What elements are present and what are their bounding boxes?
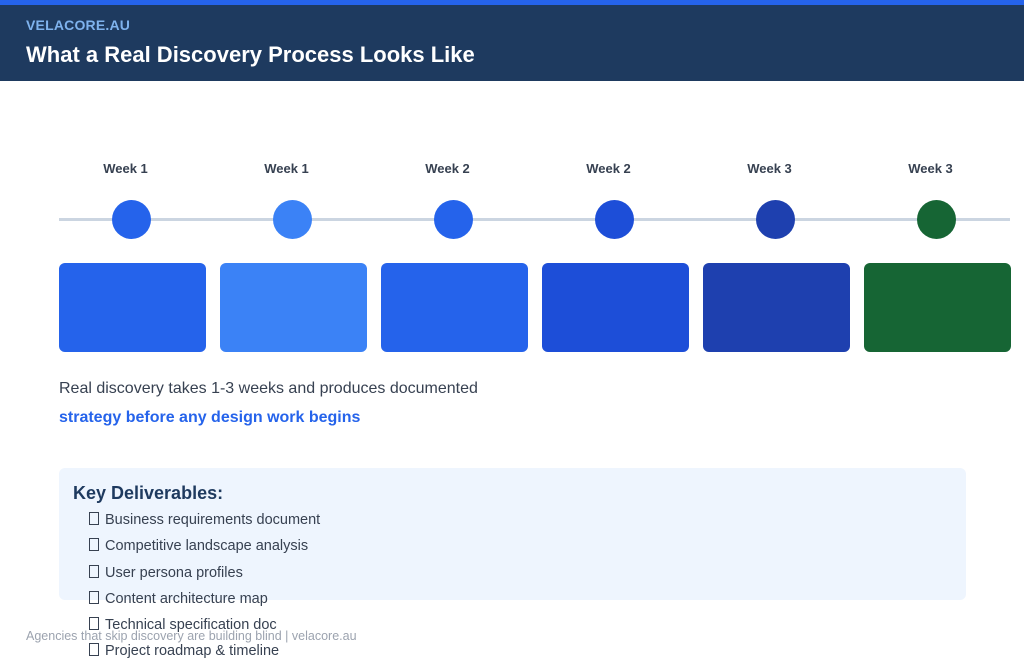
list-item: Project roadmap & timeline	[89, 641, 320, 667]
week-label: Week 2	[586, 161, 631, 176]
timeline-node	[595, 200, 634, 239]
week-label: Week 3	[747, 161, 792, 176]
deliverables-title: Key Deliverables:	[73, 483, 224, 503]
footer-text: Agencies that skip discovery are buildin…	[26, 629, 357, 643]
checkbox-icon	[89, 564, 99, 578]
week-label: Week 1	[264, 161, 309, 176]
timeline-line	[59, 218, 1010, 221]
list-item: Competitive landscape analysis	[89, 536, 320, 562]
deliverable-label: Competitive landscape analysis	[105, 538, 309, 555]
deliverable-label: Content architecture map	[105, 590, 268, 607]
timeline-node	[273, 200, 312, 239]
checkbox-icon	[89, 590, 99, 604]
week-label: Week 1	[103, 161, 148, 176]
step-card	[542, 263, 689, 352]
list-item: User persona profiles	[89, 563, 320, 589]
week-label: Week 2	[425, 161, 470, 176]
list-item: Content architecture map	[89, 589, 320, 615]
step-card	[59, 263, 206, 352]
page-header: VELACORE.AU What a Real Discovery Proces…	[0, 5, 1024, 81]
timeline-node	[112, 200, 151, 239]
step-card	[381, 263, 528, 352]
page-title: What a Real Discovery Process Looks Like	[26, 42, 475, 67]
deliverable-label: User persona profiles	[105, 564, 243, 581]
checkbox-icon	[89, 538, 99, 552]
step-card	[864, 263, 1011, 352]
step-card	[703, 263, 850, 352]
deliverables-list: Business requirements document Competiti…	[89, 510, 320, 668]
list-item: Business requirements document	[89, 510, 320, 536]
checkbox-icon	[89, 643, 99, 657]
timeline-node	[756, 200, 795, 239]
week-label: Week 3	[908, 161, 953, 176]
timeline-node	[434, 200, 473, 239]
summary-highlight: strategy before any design work begins	[59, 409, 361, 426]
deliverable-label: Project roadmap & timeline	[105, 643, 280, 660]
step-card	[220, 263, 367, 352]
brand-label: VELACORE.AU	[26, 17, 131, 33]
summary-text: Real discovery takes 1-3 weeks and produ…	[59, 380, 478, 397]
checkbox-icon	[89, 512, 99, 525]
timeline-node	[917, 200, 956, 239]
deliverable-label: Business requirements document	[105, 512, 321, 528]
